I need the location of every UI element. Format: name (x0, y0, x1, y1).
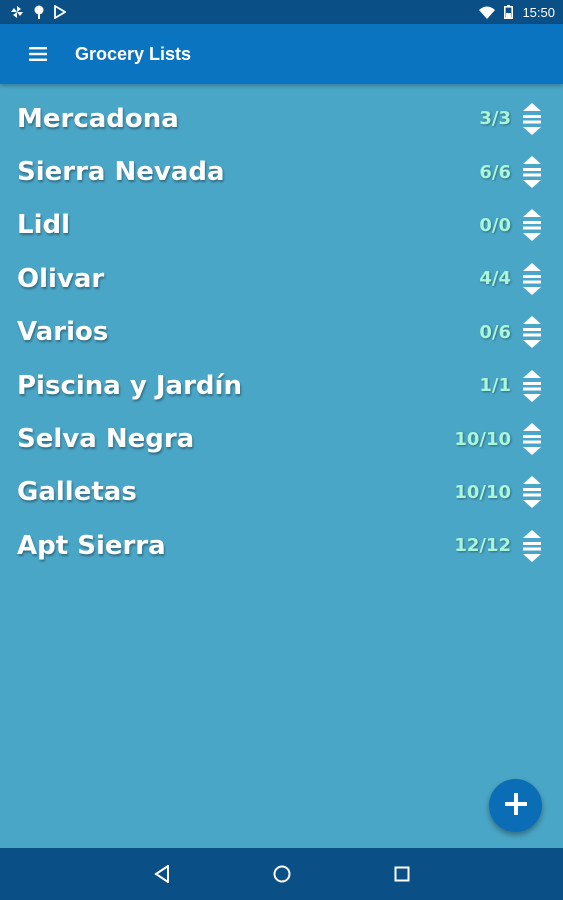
list-item[interactable]: Olivar 4/4 (0, 252, 563, 305)
list-item-count: 4/4 (479, 268, 511, 290)
list-item[interactable]: Galletas 10/10 (0, 466, 563, 519)
list-item-count: 3/3 (479, 108, 511, 130)
list-item-count: 6/6 (479, 161, 511, 183)
list-item[interactable]: Selva Negra 10/10 (0, 412, 563, 465)
app-bar: Grocery Lists (0, 24, 563, 84)
app-title: Grocery Lists (75, 43, 192, 64)
reorder-handle-icon[interactable] (521, 262, 543, 296)
status-bar: 15:50 (0, 0, 563, 24)
list-item-count: 1/1 (479, 375, 511, 397)
list-item[interactable]: Sierra Nevada 6/6 (0, 145, 563, 198)
hamburger-menu-icon[interactable] (10, 24, 66, 84)
back-icon[interactable] (137, 848, 187, 900)
list-item[interactable]: Piscina y Jardín 1/1 (0, 359, 563, 412)
list-item-name: Apt Sierra (17, 530, 166, 561)
navigation-bar (0, 848, 563, 900)
reorder-handle-icon[interactable] (521, 529, 543, 563)
reorder-handle-icon[interactable] (521, 369, 543, 403)
wifi-icon (479, 6, 496, 19)
grocery-list: Mercadona 3/3 Sierra Nevada 6/6 Lidl 0/0… (0, 92, 563, 573)
list-item-name: Piscina y Jardín (17, 370, 242, 401)
list-item[interactable]: Varios 0/6 (0, 306, 563, 359)
status-left-icons (10, 5, 66, 19)
list-item-name: Olivar (17, 263, 105, 294)
plus-icon (504, 792, 527, 819)
pinwheel-icon (10, 5, 24, 19)
list-item[interactable]: Mercadona 3/3 (0, 92, 563, 145)
reorder-handle-icon[interactable] (521, 102, 543, 136)
list-item-count: 10/10 (454, 481, 511, 503)
list-item-count: 12/12 (454, 535, 511, 557)
battery-icon (504, 5, 514, 19)
list-item-name: Sierra Nevada (17, 157, 225, 188)
list-item[interactable]: Lidl 0/0 (0, 199, 563, 252)
clock: 15:50 (522, 4, 555, 20)
list-item-name: Galletas (17, 477, 137, 508)
reorder-handle-icon[interactable] (521, 208, 543, 242)
location-pin-icon (33, 5, 45, 19)
recents-icon[interactable] (377, 848, 427, 900)
list-item-count: 10/10 (454, 428, 511, 450)
reorder-handle-icon[interactable] (521, 315, 543, 349)
list-item-name: Selva Negra (17, 424, 195, 455)
home-icon[interactable] (257, 848, 307, 900)
status-right-icons: 15:50 (479, 5, 555, 20)
list-item-name: Lidl (17, 210, 71, 241)
reorder-handle-icon[interactable] (521, 155, 543, 189)
list-item-count: 0/6 (479, 321, 511, 343)
list-item-name: Varios (17, 317, 109, 348)
reorder-handle-icon[interactable] (521, 475, 543, 509)
reorder-handle-icon[interactable] (521, 422, 543, 456)
play-store-icon (54, 5, 66, 19)
list-item-name: Mercadona (17, 103, 179, 134)
list-item[interactable]: Apt Sierra 12/12 (0, 519, 563, 572)
list-item-count: 0/0 (479, 214, 511, 236)
add-list-button[interactable] (489, 779, 542, 832)
